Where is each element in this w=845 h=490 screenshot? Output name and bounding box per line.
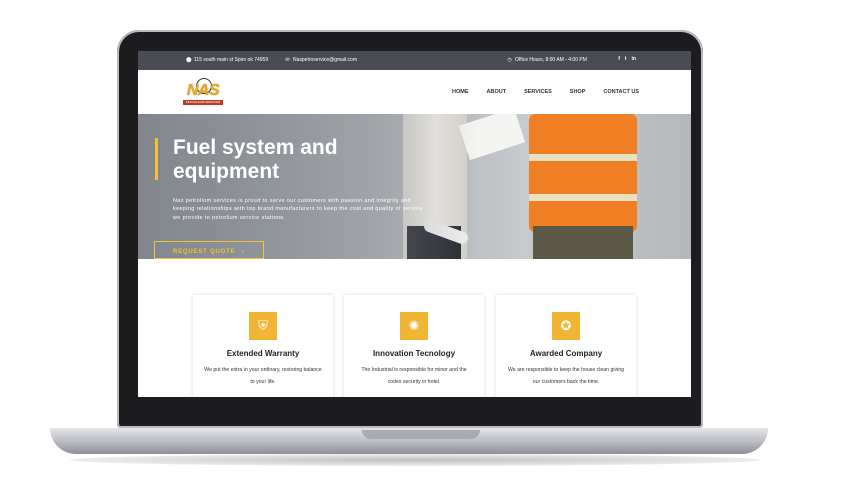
laptop-notch (362, 430, 480, 439)
feature-title: Innovation Tecnology (372, 349, 456, 358)
logo-subtitle: PETROLEUM SERVICES (183, 100, 223, 105)
nav-services[interactable]: SERVICES (524, 89, 552, 95)
award-icon: ✪ (552, 312, 580, 340)
main-nav: HOME ABOUT SERVICES SHOP CONTACT US (452, 89, 657, 95)
shield-icon: ⛨ (249, 312, 277, 340)
email-text[interactable]: Naspetroservice@gmail.com (293, 57, 357, 63)
email-item[interactable]: ✉ Naspetroservice@gmail.com (285, 57, 357, 63)
hours-item: ◷ Office Hours, 8:00 AM - 4:00 PM (507, 57, 587, 63)
feature-text: We put the extra in your ordinary, resto… (204, 367, 322, 385)
site-header: NAS PETROLEUM SERVICES HOME ABOUT SERVIC… (138, 70, 691, 114)
hero-safety-vest (529, 114, 637, 232)
hero-section: Fuel system and equipment Nas petrolium … (138, 114, 691, 259)
nav-about[interactable]: ABOUT (487, 89, 507, 95)
feature-text: We are responsible to keep the house cle… (507, 367, 625, 385)
lightbulb-icon: ✺ (400, 312, 428, 340)
feature-card: ✪ Awarded Company We are responsible to … (496, 295, 636, 397)
nav-shop[interactable]: SHOP (570, 89, 586, 95)
laptop-screen: ⬤ 115 south main st Spiro ok 74959 ✉ Nas… (138, 51, 691, 397)
clock-icon: ◷ (507, 56, 512, 63)
hero-vest-stripe (529, 154, 637, 161)
request-quote-label: REQUEST QUOTE (173, 249, 236, 255)
hours-text: Office Hours, 8:00 AM - 4:00 PM (515, 57, 587, 63)
features-section: ⛨ Extended Warranty We put the extra in … (138, 259, 691, 397)
hero-vest-stripe (529, 194, 637, 201)
feature-card: ⛨ Extended Warranty We put the extra in … (193, 295, 333, 397)
site-logo[interactable]: NAS PETROLEUM SERVICES (180, 78, 226, 108)
chevron-right-icon: › (241, 249, 245, 255)
feature-title: Awarded Company (529, 349, 603, 358)
twitter-icon[interactable]: t (625, 56, 627, 62)
feature-card: ✺ Innovation Tecnology The Industrial is… (344, 295, 484, 397)
linkedin-icon[interactable]: in (632, 56, 636, 62)
mail-icon: ✉ (285, 56, 290, 63)
location-pin-icon: ⬤ (186, 56, 192, 63)
laptop-shadow (70, 454, 760, 466)
nav-home[interactable]: HOME (452, 89, 469, 95)
nav-contact[interactable]: CONTACT US (603, 89, 639, 95)
top-info-bar: ⬤ 115 south main st Spiro ok 74959 ✉ Nas… (138, 51, 691, 70)
social-links: f t in (618, 56, 636, 62)
hero-accent-bar (155, 138, 158, 180)
hero-person-pants (533, 226, 633, 259)
hero-title: Fuel system and equipment (173, 136, 338, 183)
logo-text: NAS (186, 82, 220, 99)
address-item: ⬤ 115 south main st Spiro ok 74959 (186, 57, 268, 63)
request-quote-button[interactable]: REQUEST QUOTE › (154, 241, 264, 259)
feature-text: The Industrial is responsible for minor … (361, 367, 467, 385)
hero-description: Nas petrolium services is proud to serve… (173, 198, 423, 221)
feature-title: Extended Warranty (226, 349, 300, 358)
facebook-icon[interactable]: f (618, 56, 620, 62)
address-text: 115 south main st Spiro ok 74959 (194, 57, 269, 63)
